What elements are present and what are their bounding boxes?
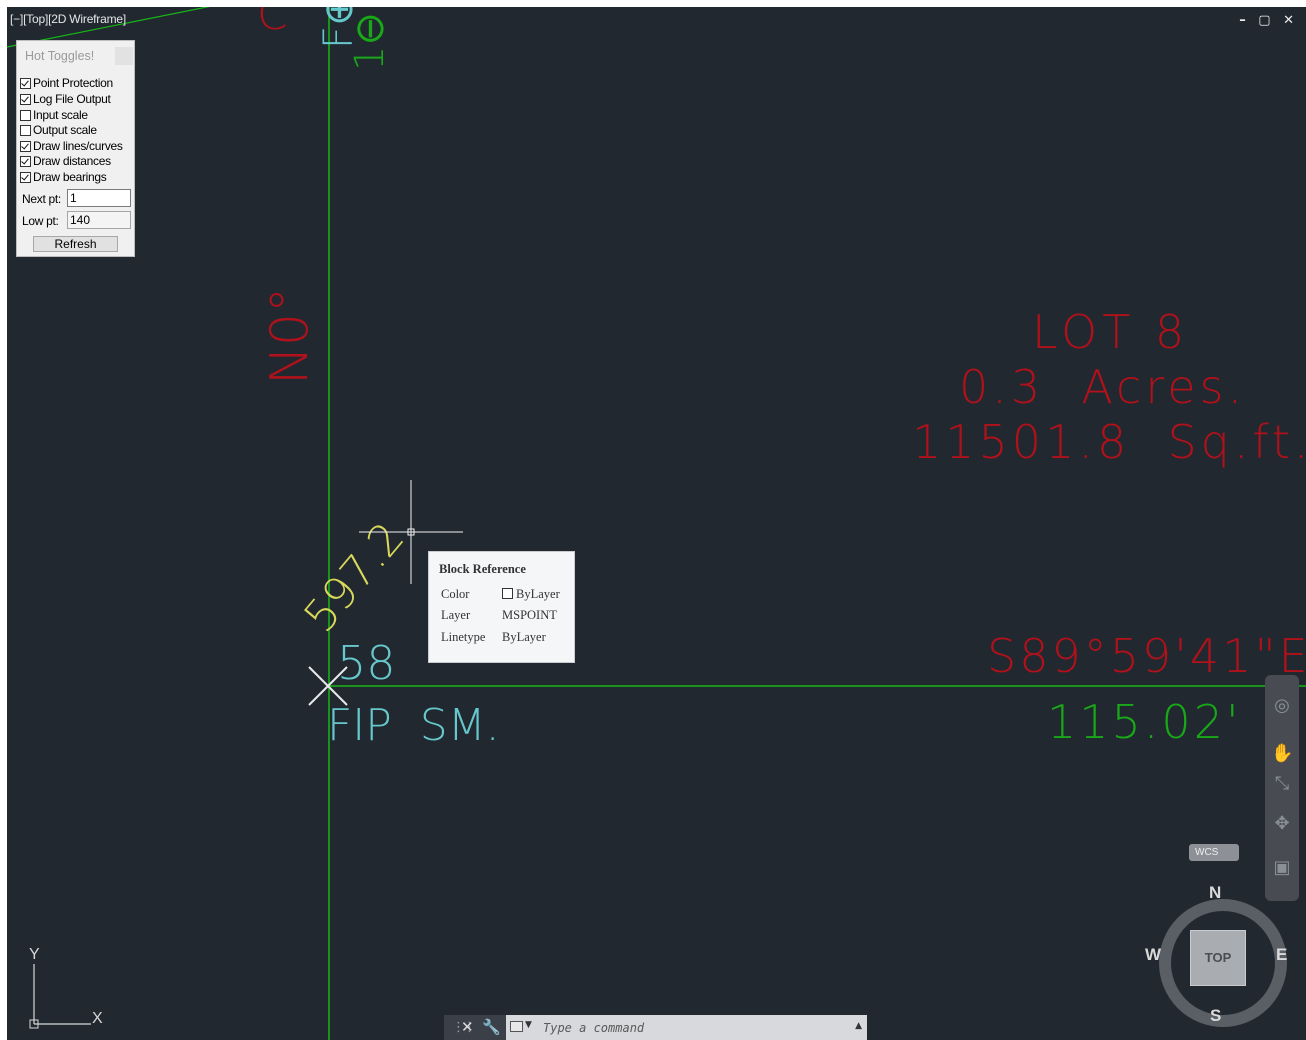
checkbox-icon[interactable] (20, 125, 31, 136)
ucs-x-label: X (92, 1010, 103, 1027)
command-field: ▼ ▲ (506, 1015, 867, 1040)
viewcube-top-face[interactable]: TOP (1190, 930, 1246, 986)
toggle-input-scale[interactable]: Input scale (20, 108, 88, 123)
refresh-button[interactable]: Refresh (33, 236, 118, 252)
pan-hand-icon[interactable]: ✋ (1271, 743, 1293, 765)
compass-south[interactable]: S (1210, 1006, 1221, 1026)
restore-icon[interactable]: ▢ (1258, 13, 1270, 28)
close-icon[interactable]: ✕ (461, 1018, 474, 1036)
checkbox-icon[interactable] (20, 156, 31, 167)
color-swatch-icon (502, 588, 513, 599)
compass-west[interactable]: W (1145, 945, 1161, 965)
toggle-log-file-output[interactable]: Log File Output (20, 92, 111, 107)
ucs-icon: Y X (29, 946, 103, 1029)
bearing-north-label: N0° (260, 287, 320, 385)
checkbox-icon[interactable] (20, 141, 31, 152)
toggle-draw-distances[interactable]: Draw distances (20, 154, 111, 169)
command-line: ⋮⋮ ✕ 🔧 ▼ ▲ (444, 1015, 867, 1040)
close-icon[interactable]: ✕ (1283, 13, 1294, 28)
next-pt-label: Next pt: (22, 192, 61, 206)
steering-wheel-icon[interactable]: ◎ (1271, 695, 1293, 717)
zoom-extents-icon[interactable]: ⤡ (1271, 773, 1293, 795)
chevron-down-icon[interactable]: ▼ (525, 1020, 532, 1030)
command-input[interactable] (541, 1018, 835, 1038)
wrench-icon[interactable]: 🔧 (482, 1018, 501, 1036)
minimize-icon[interactable]: – (1239, 13, 1246, 28)
viewport-controls-label[interactable]: [−][Top][2D Wireframe] (10, 12, 126, 26)
window-controls: – ▢ ✕ (1231, 13, 1294, 28)
tooltip-value-color: ByLayer (502, 587, 560, 602)
block-reference-tooltip: Block Reference Color ByLayer Layer MSPO… (428, 551, 575, 663)
lot-area-sqft: 11501.8 Sq.ft. (912, 415, 1306, 469)
checkbox-icon[interactable] (20, 110, 31, 121)
viewcube[interactable]: TOP N S E W (1145, 883, 1287, 1027)
distance-east-label: 115.02' (1047, 695, 1242, 749)
hot-toggles-title: Hot Toggles! (25, 49, 95, 63)
chevron-up-icon[interactable]: ▲ (855, 1021, 862, 1031)
tooltip-key-layer: Layer (441, 608, 471, 622)
showmotion-icon[interactable]: ▣ (1271, 857, 1293, 879)
lot-title: LOT 8 (1032, 305, 1189, 359)
command-prompt-icon[interactable] (510, 1021, 523, 1032)
top-label-red: C (257, 7, 288, 40)
panel-close-button[interactable] (115, 47, 133, 65)
compass-north[interactable]: N (1209, 883, 1221, 903)
tooltip-value-layer: MSPOINT (502, 608, 557, 622)
tooltip-value-linetype: ByLayer (502, 630, 546, 644)
toggle-output-scale[interactable]: Output scale (20, 123, 97, 138)
top-label-green: 1⊖ (347, 12, 393, 71)
compass-east[interactable]: E (1276, 945, 1287, 965)
drawing-viewport[interactable]: C F⊕ 1⊖ N0° LOT 8 0.3 Acres. 11501.8 Sq.… (7, 7, 1306, 1040)
low-pt-input[interactable] (67, 211, 131, 229)
point-description-label: FIP SM. (327, 700, 500, 751)
bearing-east-label: S89°59'41"E (987, 629, 1306, 683)
orbit-icon[interactable]: ✥ (1271, 813, 1293, 835)
navigation-bar: ◎ ✋ ⤡ ✥ ▣ (1265, 675, 1299, 901)
checkbox-icon[interactable] (20, 172, 31, 183)
toggle-draw-bearings[interactable]: Draw bearings (20, 170, 107, 185)
checkbox-icon[interactable] (20, 94, 31, 105)
next-pt-input[interactable] (67, 189, 131, 207)
checkbox-icon[interactable] (20, 78, 31, 89)
tooltip-title: Block Reference (439, 562, 526, 576)
wcs-menu[interactable]: WCS (1189, 844, 1239, 861)
toggle-point-protection[interactable]: Point Protection (20, 76, 113, 91)
tooltip-key-color: Color (441, 587, 470, 601)
ucs-y-label: Y (29, 946, 40, 963)
tooltip-key-linetype: Linetype (441, 630, 486, 644)
hot-toggles-panel: Hot Toggles! Point Protection Log File O… (16, 40, 135, 257)
toggle-draw-lines-curves[interactable]: Draw lines/curves (20, 139, 123, 154)
lot-area-acres: 0.3 Acres. (959, 360, 1246, 414)
low-pt-label: Low pt: (22, 214, 59, 228)
drawing-canvas[interactable]: C F⊕ 1⊖ N0° LOT 8 0.3 Acres. 11501.8 Sq.… (7, 7, 1306, 1040)
point-number-label: 58 (337, 636, 396, 690)
